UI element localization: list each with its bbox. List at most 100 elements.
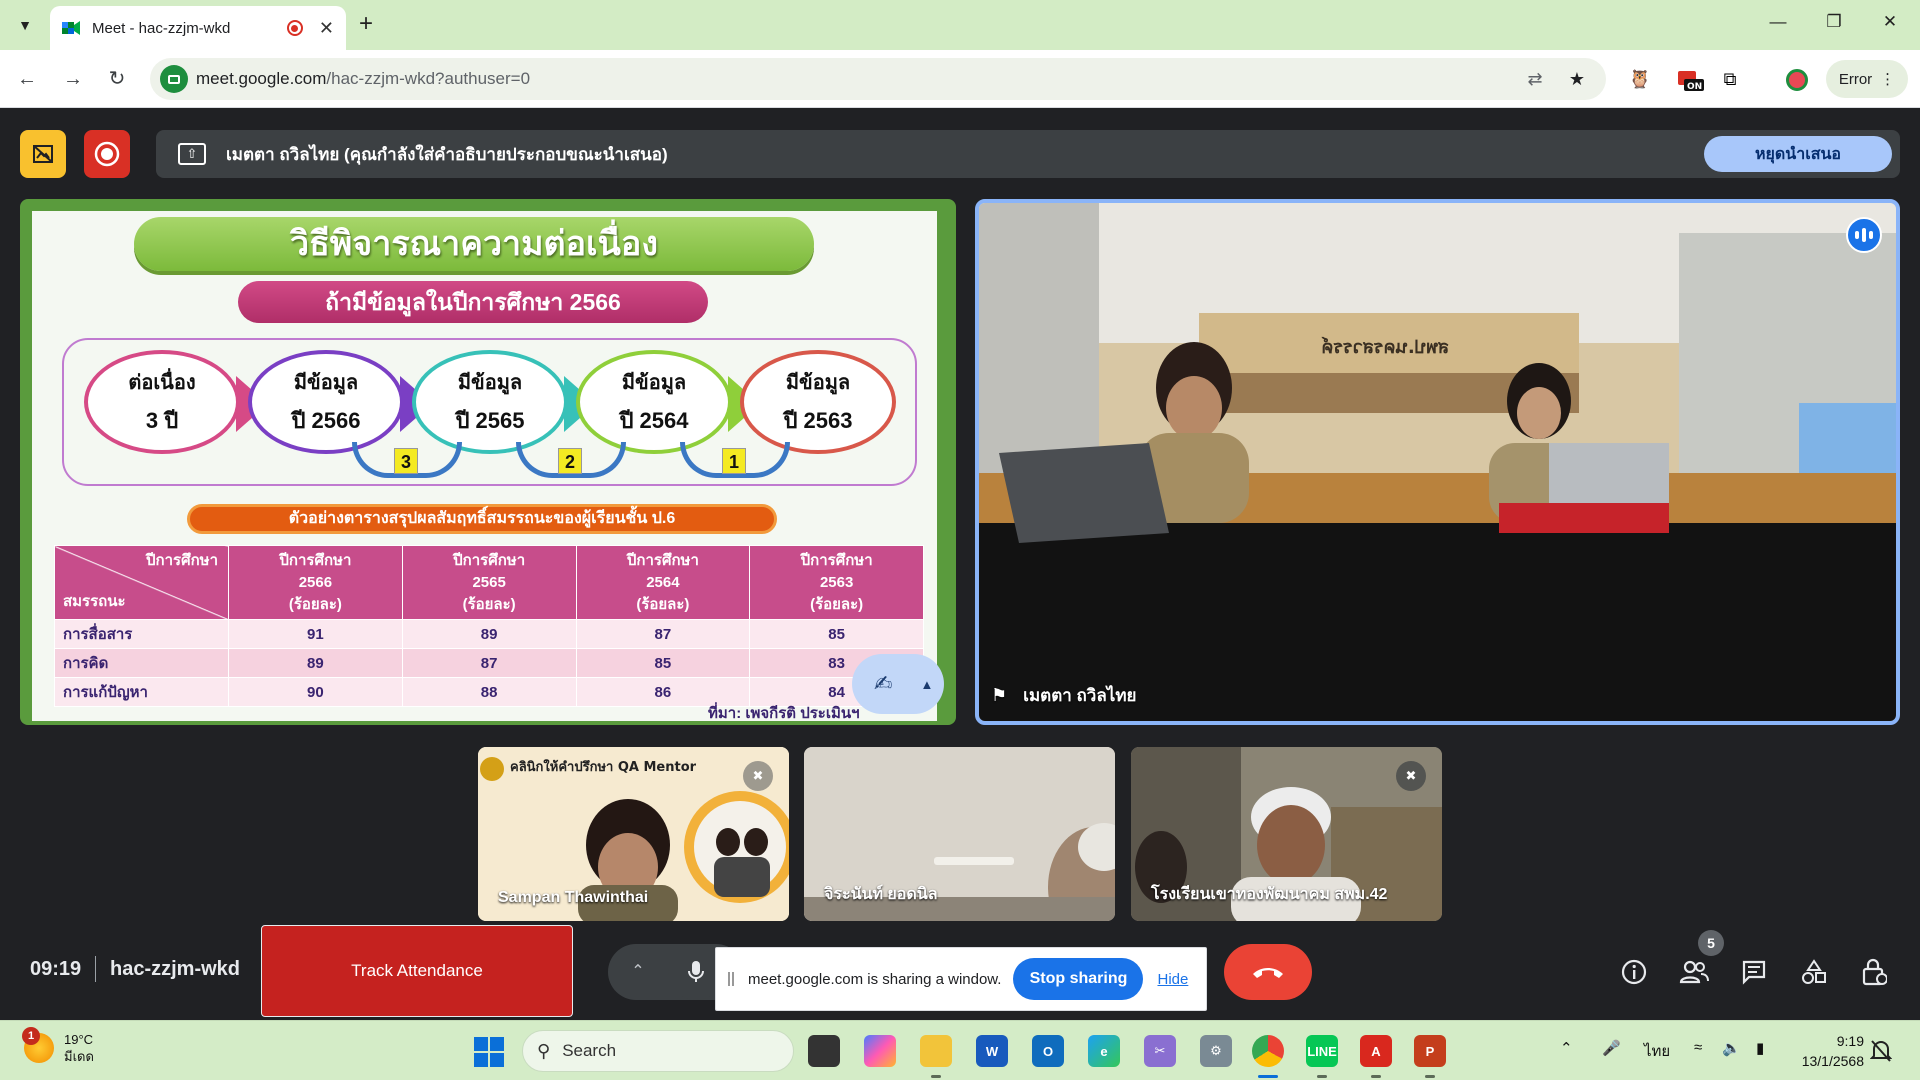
camera-site-icon[interactable] bbox=[160, 65, 188, 93]
battery-icon[interactable]: ▮ bbox=[1756, 1039, 1764, 1057]
word-icon[interactable]: W bbox=[976, 1035, 1008, 1067]
back-icon[interactable]: ← bbox=[12, 64, 42, 94]
outlook-icon[interactable]: O bbox=[1032, 1035, 1064, 1067]
running-indicator bbox=[1425, 1075, 1435, 1078]
acrobat-icon[interactable]: A bbox=[1360, 1035, 1392, 1067]
running-indicator bbox=[931, 1075, 941, 1078]
main-camera-name: ⚑ เมตตา ถวิลไทย bbox=[991, 685, 1137, 706]
participant-tile[interactable]: ✖ โรงเรียนเขาทองพัฒนาคม สพม.42 bbox=[1131, 747, 1442, 921]
table-row: การสื่อสาร 91 89 87 85 bbox=[54, 619, 924, 649]
profile-error-chip[interactable]: Error ⋮ bbox=[1826, 60, 1908, 98]
new-tab-button[interactable]: + bbox=[352, 10, 380, 38]
hide-link[interactable]: Hide bbox=[1157, 971, 1188, 988]
slide-source-note: ที่มา: เพจกีรติ ประเมินฯ bbox=[708, 705, 860, 721]
stop-sharing-button[interactable]: Stop sharing bbox=[1013, 958, 1144, 1000]
participant-tile[interactable]: คลินิกให้คำปรึกษา QA Mentor ✖ Sampan Tha… bbox=[478, 747, 789, 921]
close-tab-icon[interactable]: ✕ bbox=[319, 18, 334, 39]
people-icon[interactable] bbox=[1676, 954, 1712, 990]
people-count-badge: 5 bbox=[1698, 930, 1724, 956]
meeting-info-icon[interactable] bbox=[1616, 954, 1652, 990]
participant-tile[interactable]: จิระนันท์ ยอดนิล bbox=[804, 747, 1115, 921]
tab-meet[interactable]: Meet - hac-zzjm-wkd ✕ bbox=[50, 6, 346, 50]
meeting-room-video: สพป.นครสวรรค์ bbox=[979, 203, 1896, 721]
table-col-header: ปีการศึกษา 2563 (ร้อยละ) bbox=[749, 545, 924, 620]
file-explorer-icon[interactable] bbox=[920, 1035, 952, 1067]
bookmark-star-icon[interactable]: ★ bbox=[1566, 68, 1588, 90]
clock-time: 9:19 bbox=[1836, 1033, 1864, 1049]
start-windows-icon[interactable] bbox=[474, 1037, 504, 1067]
profile-avatar[interactable] bbox=[1786, 69, 1808, 91]
weather-widget[interactable]: 1 19°C มีเดด bbox=[22, 1027, 94, 1065]
annotation-controls[interactable]: ✍ ▲ bbox=[852, 654, 944, 714]
chevron-up-icon[interactable]: ⌃ bbox=[620, 954, 656, 990]
notification-badge: 1 bbox=[22, 1027, 40, 1045]
clock-date: 13/1/2568 bbox=[1801, 1053, 1864, 1069]
input-language[interactable]: ไทย bbox=[1644, 1039, 1670, 1063]
minimize-icon[interactable]: — bbox=[1758, 12, 1798, 32]
leave-call-button[interactable] bbox=[1224, 944, 1312, 1000]
running-indicator bbox=[1317, 1075, 1327, 1078]
chat-icon[interactable] bbox=[1736, 954, 1772, 990]
track-attendance-button[interactable]: Track Attendance bbox=[261, 925, 573, 1017]
participant-name: Sampan Thawinthai bbox=[498, 889, 649, 906]
presentation-tile[interactable]: วิธีพิจารณาความต่อเนื่อง ถ้ามีข้อมูลในปี… bbox=[20, 199, 956, 725]
annotate-toggle-icon[interactable] bbox=[20, 130, 66, 178]
present-screen-icon: ⇧ bbox=[178, 143, 206, 165]
sharing-notification: meet.google.com is sharing a window. Sto… bbox=[715, 947, 1207, 1011]
running-indicator bbox=[1371, 1075, 1381, 1078]
oval-2564: มีข้อมูล ปี 2564 bbox=[576, 350, 732, 454]
participant-name: จิระนันท์ ยอดนิล bbox=[824, 886, 938, 903]
tray-overflow-chevron-icon[interactable]: ⌃ bbox=[1560, 1039, 1573, 1057]
mic-off-icon: ✖ bbox=[743, 761, 773, 791]
tab-search-button[interactable]: ▼ bbox=[8, 10, 42, 40]
record-icon[interactable] bbox=[84, 130, 130, 178]
room-sign-text: สพป.นครสวรรค์ bbox=[1321, 336, 1449, 358]
menu-kebab-icon[interactable]: ⋮ bbox=[1880, 70, 1895, 88]
annotate-pen-icon[interactable]: ✍ bbox=[874, 671, 892, 697]
table-col-header: ปีการศึกษา 2565 (ร้อยละ) bbox=[401, 545, 577, 620]
volume-icon[interactable]: 🔈 bbox=[1722, 1039, 1741, 1057]
host-controls-lock-icon[interactable] bbox=[1856, 954, 1892, 990]
restore-icon[interactable]: ❐ bbox=[1814, 12, 1854, 32]
taskbar-search[interactable]: ⚲ Search bbox=[522, 1030, 794, 1072]
snipping-tool-icon[interactable]: ✂ bbox=[1144, 1035, 1176, 1067]
search-label: Search bbox=[562, 1041, 617, 1060]
translate-icon[interactable]: ⇄ bbox=[1524, 68, 1546, 90]
extensions-puzzle-icon[interactable]: ⧉ bbox=[1716, 65, 1744, 93]
reload-icon[interactable]: ↻ bbox=[102, 64, 132, 94]
tray-mic-icon[interactable]: 🎤 bbox=[1602, 1039, 1621, 1057]
stop-presenting-button[interactable]: หยุดนำเสนอ bbox=[1704, 136, 1892, 172]
system-clock[interactable]: 9:19 13/1/2568 bbox=[1784, 1031, 1864, 1071]
powerpoint-icon[interactable]: P bbox=[1414, 1035, 1446, 1067]
pin-icon[interactable]: ⚑ bbox=[991, 685, 1007, 706]
wifi-icon[interactable]: ≈ bbox=[1694, 1039, 1702, 1056]
url-text[interactable]: meet.google.com/hac-zzjm-wkd?authuser=0 bbox=[196, 69, 530, 89]
line-icon[interactable]: LINE bbox=[1306, 1035, 1338, 1067]
oval-2565: มีข้อมูล ปี 2565 bbox=[412, 350, 568, 454]
main-camera-tile[interactable]: สพป.นครสวรรค์ ⚑ เมตตา ถวิลไทย bbox=[975, 199, 1900, 725]
continuity-diagram: ต่อเนื่อง 3 ปี มีข้อมูล ปี 2566 มีข้อมูล ปี… bbox=[62, 338, 917, 486]
forward-icon[interactable]: → bbox=[58, 64, 88, 94]
camera-on-extension-icon[interactable]: ON bbox=[1676, 65, 1704, 93]
task-view-icon[interactable] bbox=[808, 1035, 840, 1067]
divider bbox=[95, 956, 96, 982]
weather-sun-icon: 1 bbox=[22, 1027, 54, 1063]
owl-extension-icon[interactable]: 🦉 bbox=[1626, 65, 1654, 93]
activities-icon[interactable] bbox=[1796, 954, 1832, 990]
chrome-icon[interactable] bbox=[1252, 1035, 1284, 1067]
drag-handle-icon[interactable] bbox=[728, 972, 734, 986]
copilot-icon[interactable] bbox=[864, 1035, 896, 1067]
presenting-label: เมตตา ถวิลไทย (คุณกำลังใส่คำอธิบายประกอบ… bbox=[226, 144, 668, 164]
notifications-bell-icon[interactable] bbox=[1869, 1039, 1896, 1065]
edge-icon[interactable]: e bbox=[1088, 1035, 1120, 1067]
chevron-up-icon[interactable]: ▲ bbox=[920, 677, 933, 692]
hang-up-icon bbox=[1253, 968, 1283, 978]
browser-tab-strip: ▼ Meet - hac-zzjm-wkd ✕ + — ❐ ✕ bbox=[0, 0, 1920, 50]
address-bar[interactable]: meet.google.com/hac-zzjm-wkd?authuser=0 … bbox=[150, 58, 1606, 100]
window-close-icon[interactable]: ✕ bbox=[1870, 12, 1910, 32]
search-icon: ⚲ bbox=[537, 1040, 551, 1061]
slide: วิธีพิจารณาความต่อเนื่อง ถ้ามีข้อมูลในปี… bbox=[32, 211, 937, 721]
competency-table: ปีการศึกษา สมรรถนะ ปีการศึกษา 2566 (ร้อยละ… bbox=[54, 545, 924, 707]
settings-gear-icon[interactable]: ⚙ bbox=[1200, 1035, 1232, 1067]
step-badge-3: 3 bbox=[394, 448, 418, 474]
